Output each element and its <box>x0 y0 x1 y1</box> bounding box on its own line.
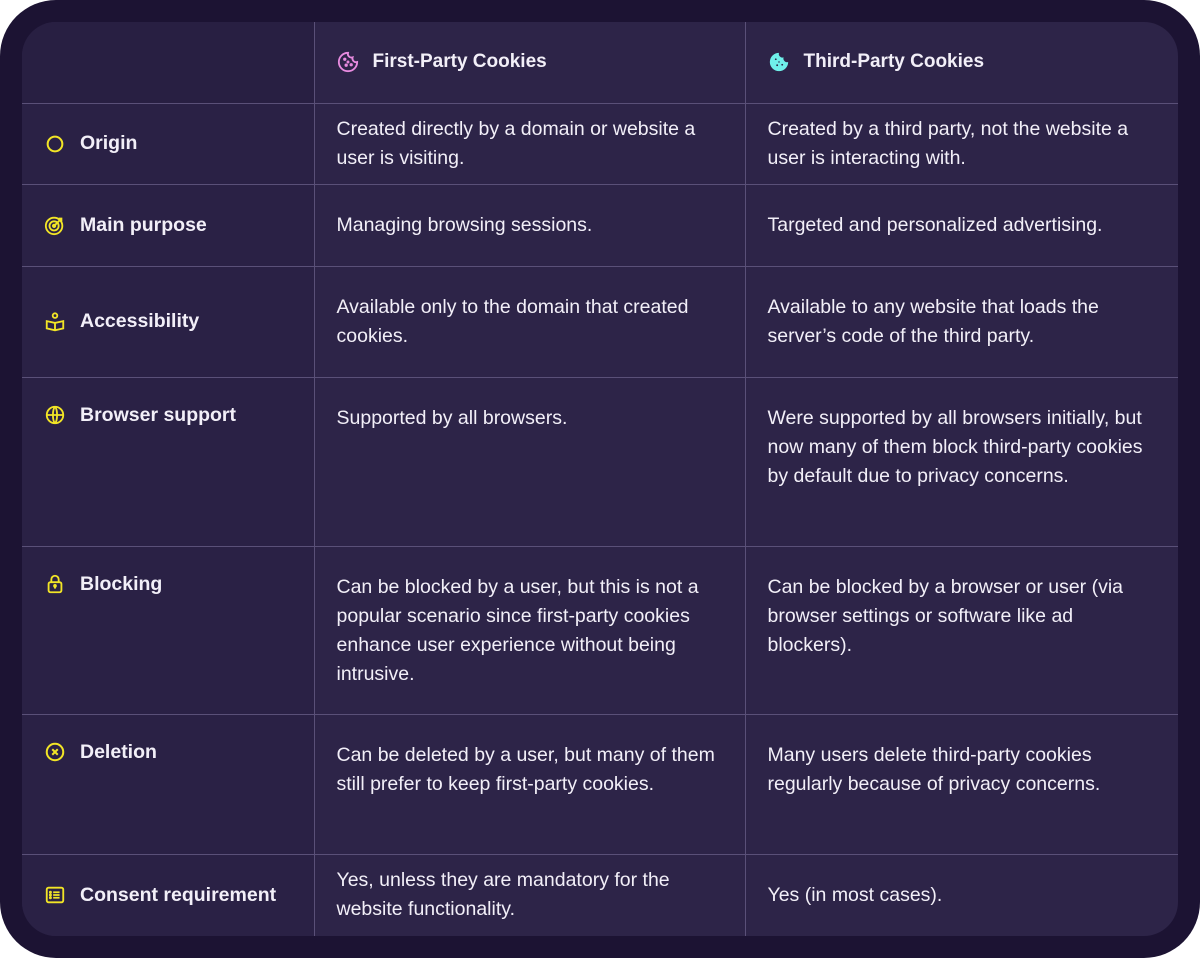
cell-first-party: Yes, unless they are mandatory for the w… <box>313 853 746 936</box>
cell-first-party: Supported by all browsers. <box>313 376 746 547</box>
column-header-first-party-label: First-Party Cookies <box>372 51 547 73</box>
cell-third-party: Targeted and personalized advertising. <box>744 183 1178 267</box>
cookie-icon <box>769 53 788 72</box>
cell-third-party: Available to any website that loads the … <box>744 265 1178 378</box>
reader-icon <box>45 311 65 331</box>
row-label-browser-support: Browser support <box>22 376 315 547</box>
row-label-blocking: Blocking <box>22 545 315 715</box>
cell-third-party: Created by a third party, not the websit… <box>744 102 1178 185</box>
row-label-origin: Origin <box>22 102 315 185</box>
outer-frame: First-Party Cookies Third-Party Cookies <box>0 0 1200 958</box>
column-header-third-party: Third-Party Cookies <box>744 22 1178 104</box>
table-row: Blocking Can be blocked by a user, but t… <box>22 545 1178 715</box>
row-label-deletion: Deletion <box>22 713 315 855</box>
table-row: Deletion Can be deleted by a user, but m… <box>22 713 1178 855</box>
row-label-consent-requirement: Consent requirement <box>22 853 315 936</box>
globe-icon <box>45 405 65 425</box>
cell-first-party: Can be deleted by a user, but many of th… <box>313 713 746 855</box>
cell-first-party: Managing browsing sessions. <box>313 183 746 267</box>
lock-icon <box>47 574 63 594</box>
cell-first-party: Available only to the domain that create… <box>313 265 746 378</box>
column-header-first-party: First-Party Cookies <box>313 22 746 104</box>
cell-first-party: Created directly by a domain or website … <box>313 102 746 185</box>
row-label-accessibility: Accessibility <box>22 265 315 378</box>
cell-third-party: Can be blocked by a browser or user (via… <box>744 545 1178 715</box>
table-row: Main purpose Managing browsing sessions.… <box>22 183 1178 267</box>
table-row: Origin Created directly by a domain or w… <box>22 102 1178 185</box>
comparison-table: First-Party Cookies Third-Party Cookies <box>22 22 1178 936</box>
cell-first-party: Can be blocked by a user, but this is no… <box>313 545 746 715</box>
cell-third-party: Yes (in most cases). <box>744 853 1178 936</box>
column-header-third-party-label: Third-Party Cookies <box>803 51 985 73</box>
list-icon <box>45 887 65 904</box>
close-circle-icon <box>45 742 65 762</box>
table-row: Consent requirement Yes, unless they are… <box>22 853 1178 936</box>
table-row: Accessibility Available only to the doma… <box>22 265 1178 378</box>
cookie-icon <box>337 52 358 73</box>
cell-third-party: Were supported by all browsers initially… <box>744 376 1178 547</box>
corner-cell <box>22 22 315 104</box>
comparison-card: First-Party Cookies Third-Party Cookies <box>22 22 1178 936</box>
row-label-main-purpose: Main purpose <box>22 183 315 267</box>
circle-icon <box>46 135 64 152</box>
target-icon <box>44 216 64 236</box>
cell-third-party: Many users delete third-party cookies re… <box>744 713 1178 855</box>
header-row: First-Party Cookies Third-Party Cookies <box>22 22 1178 104</box>
table-row: Browser support Supported by all browser… <box>22 376 1178 547</box>
